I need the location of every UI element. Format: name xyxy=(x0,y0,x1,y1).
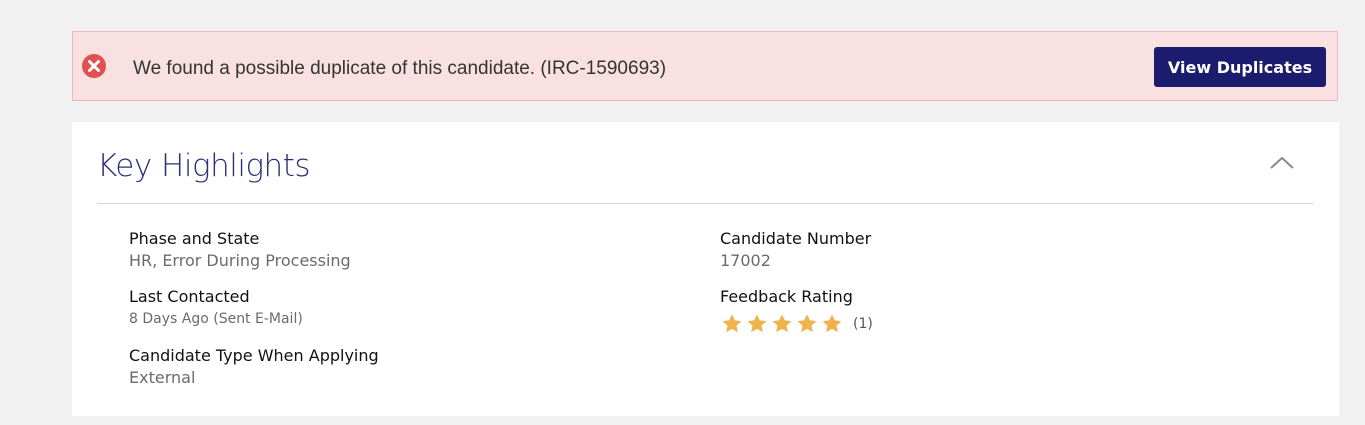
field-value: 17002 xyxy=(720,251,771,270)
field-phase-state: Phase and State HR, Error During Process… xyxy=(129,229,351,270)
star-icon xyxy=(772,314,792,333)
divider xyxy=(97,203,1314,204)
star-icon xyxy=(797,314,817,333)
star-icon xyxy=(747,314,767,333)
field-value: 8 Days Ago (Sent E-Mail) xyxy=(129,311,303,327)
field-candidate-type: Candidate Type When Applying External xyxy=(129,346,379,387)
field-label: Last Contacted xyxy=(129,287,250,306)
rating-count: (1) xyxy=(853,316,873,332)
field-value: HR, Error During Processing xyxy=(129,251,351,270)
star-icon xyxy=(722,314,742,333)
key-highlights-card: Key Highlights Phase and State HR, Error… xyxy=(72,122,1339,416)
field-label: Candidate Number xyxy=(720,229,872,248)
field-feedback-rating: Feedback Rating (1) xyxy=(720,287,873,335)
star-icon xyxy=(822,314,842,333)
card-title: Key Highlights xyxy=(97,148,311,184)
chevron-up-icon[interactable] xyxy=(1268,152,1296,174)
field-label: Phase and State xyxy=(129,229,260,248)
field-label: Feedback Rating xyxy=(720,287,853,306)
star-rating: (1) xyxy=(720,313,873,335)
alert-message: We found a possible duplicate of this ca… xyxy=(133,58,667,79)
field-candidate-number: Candidate Number 17002 xyxy=(720,229,871,270)
error-circle-icon xyxy=(82,54,106,78)
duplicate-alert: We found a possible duplicate of this ca… xyxy=(72,31,1338,101)
field-value: External xyxy=(129,368,196,387)
field-label: Candidate Type When Applying xyxy=(129,346,379,365)
field-last-contacted: Last Contacted 8 Days Ago (Sent E-Mail) xyxy=(129,287,303,327)
view-duplicates-button[interactable]: View Duplicates xyxy=(1154,47,1326,87)
